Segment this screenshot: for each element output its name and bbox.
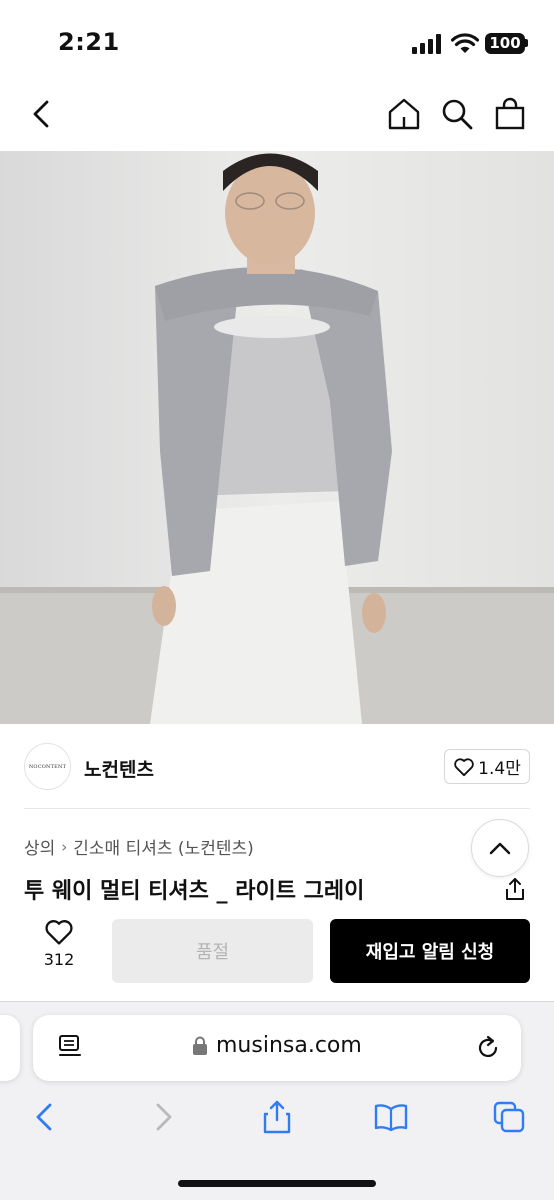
url-text: musinsa.com [216, 1033, 362, 1058]
breadcrumb: 상의 › 긴소매 티셔츠 (노컨텐츠) [24, 834, 254, 860]
scroll-top-button[interactable] [471, 819, 529, 877]
brand-like-count: 1.4만 [478, 759, 521, 779]
wishlist-count: 312 [43, 950, 75, 969]
product-image[interactable] [0, 151, 554, 724]
brand-name[interactable]: 노컨텐츠 [84, 755, 154, 782]
breadcrumb-item-subcategory[interactable]: 긴소매 티셔츠 (노컨텐츠) [73, 834, 253, 859]
battery-level: 100 [485, 33, 525, 54]
home-indicator [178, 1180, 376, 1187]
previous-tab-peek[interactable] [0, 1015, 20, 1081]
url-display[interactable]: musinsa.com [192, 1033, 362, 1058]
brand-like-button[interactable]: 1.4만 [444, 749, 530, 784]
divider [24, 808, 530, 809]
search-icon[interactable] [439, 96, 475, 132]
bookmarks-icon[interactable] [374, 1100, 408, 1134]
shopping-bag-icon[interactable] [492, 96, 528, 132]
product-title: 투 웨이 멀티 티셔츠 _ 라이트 그레이 [24, 879, 365, 904]
back-button[interactable] [24, 96, 60, 132]
reload-icon[interactable] [474, 1034, 502, 1062]
wishlist-button[interactable]: 312 [30, 918, 88, 984]
heart-icon [454, 757, 474, 776]
lock-icon [193, 1036, 207, 1055]
share-icon[interactable] [502, 876, 528, 902]
browser-forward-icon[interactable] [146, 1100, 180, 1134]
tabs-icon[interactable] [492, 1100, 526, 1134]
status-time: 2:21 [58, 28, 120, 56]
chevron-up-icon [489, 842, 511, 855]
home-icon[interactable] [386, 96, 422, 132]
cellular-signal-icon [412, 34, 441, 54]
battery-tip [525, 39, 528, 47]
brand-logo-text: NOCONTENT [28, 763, 67, 770]
chevron-right-icon: › [61, 837, 68, 856]
page-menu-icon[interactable] [56, 1033, 84, 1061]
browser-share-icon[interactable] [260, 1100, 294, 1134]
restock-alert-button[interactable]: 재입고 알림 신청 [330, 919, 530, 983]
model-photo [0, 151, 554, 724]
brand-logo[interactable]: NOCONTENT [24, 743, 71, 790]
soldout-button: 품절 [112, 919, 313, 983]
browser-back-icon[interactable] [28, 1100, 62, 1134]
breadcrumb-item-category[interactable]: 상의 [24, 834, 55, 859]
wifi-icon [451, 33, 479, 53]
heart-icon [45, 920, 73, 945]
